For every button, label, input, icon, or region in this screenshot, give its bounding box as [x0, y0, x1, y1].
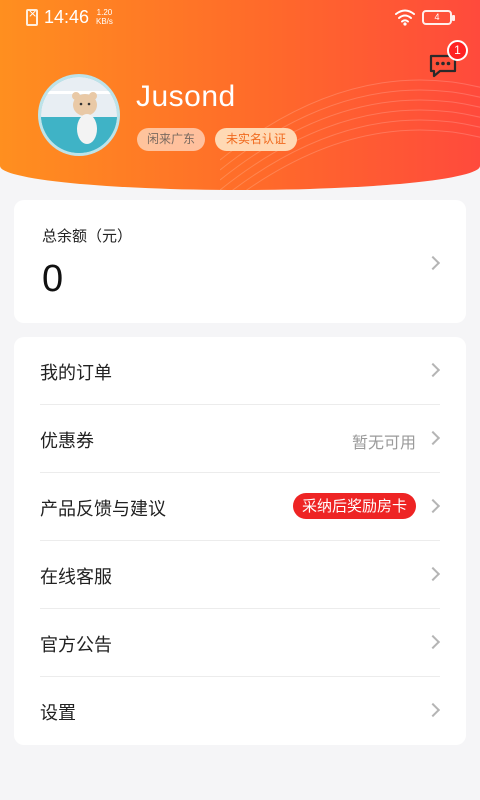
menu-item-label: 产品反馈与建议 — [40, 499, 166, 520]
chevron-right-icon — [425, 362, 441, 378]
wifi-icon — [395, 9, 415, 26]
menu-item-label: 优惠券 — [40, 431, 94, 452]
balance-value: 0 — [42, 258, 64, 300]
balance-card[interactable]: 总余额（元） 0 — [14, 200, 466, 323]
chevron-right-icon — [425, 498, 441, 514]
chevron-right-icon — [425, 566, 441, 582]
chevron-right-icon — [425, 255, 441, 271]
menu-item-label: 我的订单 — [40, 363, 112, 384]
status-time: 14:46 — [44, 7, 90, 27]
menu-item-settings[interactable]: 设置 — [14, 677, 466, 745]
chevron-right-icon — [425, 702, 441, 718]
menu-card: 我的订单 优惠券 暂无可用 产品反馈与建议 采纳后奖励房卡 在线客服 官方公告 … — [14, 337, 466, 745]
chevron-right-icon — [425, 430, 441, 446]
sim-icon — [26, 7, 38, 26]
menu-item-support[interactable]: 在线客服 — [14, 541, 466, 609]
verify-tag[interactable]: 未实名认证 — [215, 128, 298, 151]
menu-item-announcements[interactable]: 官方公告 — [14, 609, 466, 677]
menu-item-feedback[interactable]: 产品反馈与建议 采纳后奖励房卡 — [14, 473, 466, 541]
battery-icon: 4 — [422, 10, 455, 25]
promo-badge: 采纳后奖励房卡 — [292, 493, 416, 519]
status-bar: 14:46 1.20 KB/s 4 — [0, 0, 480, 36]
menu-item-label: 设置 — [40, 703, 76, 724]
message-badge: 1 — [447, 40, 468, 61]
username: Jusond — [136, 80, 236, 113]
menu-item-label: 官方公告 — [40, 635, 112, 656]
balance-label: 总余额（元） — [42, 227, 133, 245]
avatar-image — [41, 77, 117, 153]
menu-item-label: 在线客服 — [40, 567, 112, 588]
menu-item-orders[interactable]: 我的订单 — [14, 337, 466, 405]
chevron-right-icon — [425, 634, 441, 650]
location-tag: 闲来广东 — [137, 128, 206, 151]
network-speed: 1.20 KB/s — [96, 8, 113, 26]
menu-item-coupons[interactable]: 优惠券 暂无可用 — [14, 405, 466, 473]
coupon-hint: 暂无可用 — [351, 433, 416, 452]
avatar[interactable] — [38, 74, 120, 156]
